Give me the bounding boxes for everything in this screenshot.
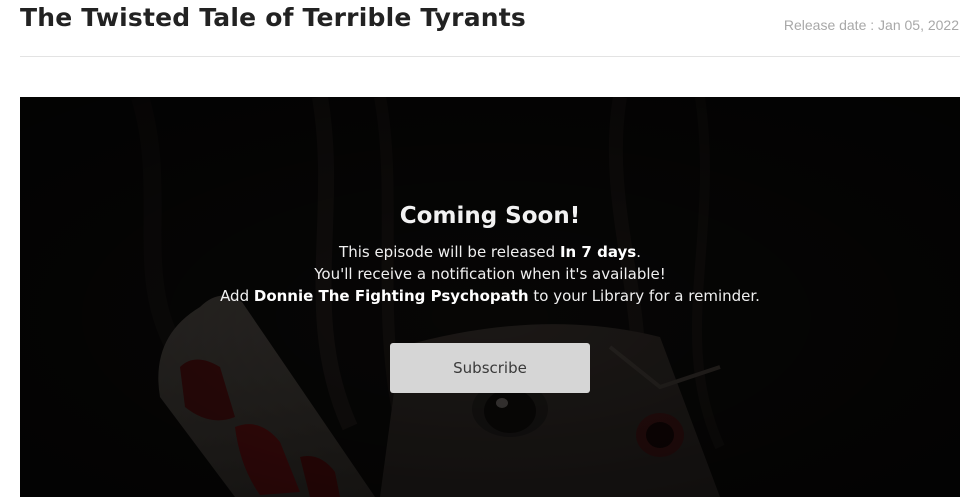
release-date: Release date : Jan 05, 2022 — [783, 17, 959, 33]
episode-player: Coming Soon! This episode will be releas… — [20, 97, 960, 497]
episode-header: The Twisted Tale of Terrible Tyrants Rel… — [20, 0, 960, 57]
notification-text: You'll receive a notification when it's … — [314, 265, 666, 283]
library-reminder-suffix: to your Library for a reminder. — [528, 287, 760, 305]
coming-soon-message: Coming Soon! This episode will be releas… — [20, 201, 960, 307]
subscribe-button[interactable]: Subscribe — [390, 343, 590, 393]
release-countdown-text: This episode will be released In 7 days. — [20, 241, 960, 263]
series-name: Donnie The Fighting Psychopath — [253, 287, 529, 305]
library-reminder-text: Add Donnie The Fighting Psychopath to yo… — [20, 285, 960, 307]
release-countdown-suffix: . — [636, 243, 641, 261]
library-reminder-prefix: Add — [220, 287, 254, 305]
episode-title: The Twisted Tale of Terrible Tyrants — [20, 3, 527, 32]
release-countdown-value: In 7 days — [559, 243, 637, 261]
coming-soon-heading: Coming Soon! — [399, 203, 581, 229]
release-countdown-prefix: This episode will be released — [339, 243, 560, 261]
episode-page: The Twisted Tale of Terrible Tyrants Rel… — [0, 0, 978, 503]
